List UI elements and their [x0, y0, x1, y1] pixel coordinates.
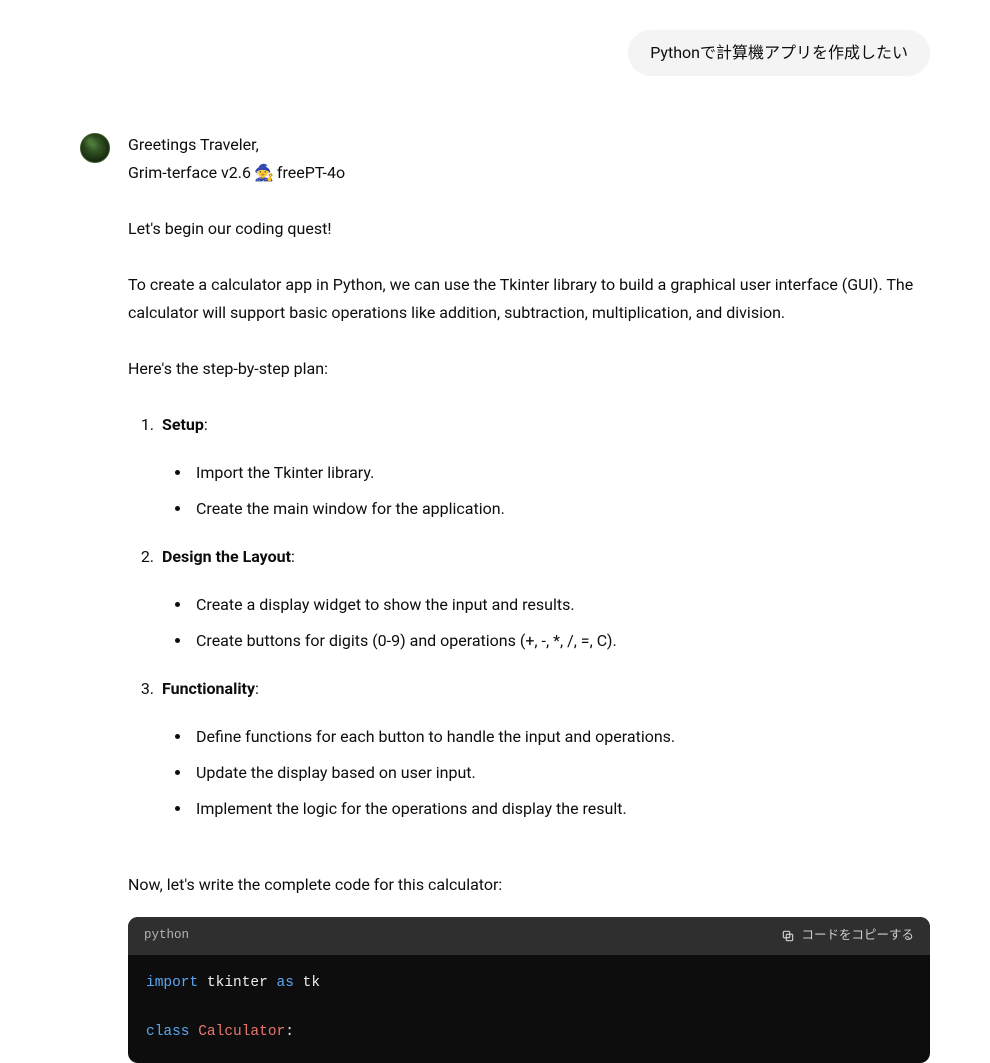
copy-code-label: コードをコピーする — [801, 925, 914, 947]
user-message-text: Pythonで計算機アプリを作成したい — [650, 43, 908, 62]
plan-step-3: Functionality: Define functions for each… — [158, 675, 930, 823]
code-token: tk — [303, 975, 320, 991]
copy-icon — [781, 929, 795, 943]
plan-step-2-items: Create a display widget to show the inpu… — [162, 591, 930, 655]
list-item: Create buttons for digits (0-9) and oper… — [192, 627, 930, 655]
code-token: class — [146, 1024, 190, 1040]
assistant-avatar[interactable] — [80, 133, 110, 163]
plan-step-2-title: Design the Layout — [162, 547, 291, 566]
user-message-bubble[interactable]: Pythonで計算機アプリを作成したい — [628, 30, 930, 76]
plan-step-1: Setup: Import the Tkinter library. Creat… — [158, 411, 930, 523]
list-item: Define functions for each button to hand… — [192, 723, 930, 751]
greeting-prefix: Grim-terface v2.6 — [128, 159, 251, 187]
plan-step-3-items: Define functions for each button to hand… — [162, 723, 930, 823]
list-item: Update the display based on user input. — [192, 759, 930, 787]
plan-step-1-items: Import the Tkinter library. Create the m… — [162, 459, 930, 523]
wizard-icon: 🧙 — [254, 159, 274, 187]
list-item: Import the Tkinter library. — [192, 459, 930, 487]
plan-step-2: Design the Layout: Create a display widg… — [158, 543, 930, 655]
list-item: Create a display widget to show the inpu… — [192, 591, 930, 619]
greeting-suffix: freePT-4o — [277, 159, 345, 187]
intro-paragraph: To create a calculator app in Python, we… — [128, 271, 930, 327]
list-item: Create the main window for the applicati… — [192, 495, 930, 523]
greeting-line-1: Greetings Traveler, — [128, 131, 930, 159]
assistant-message-row: Greetings Traveler, Grim-terface v2.6 🧙 … — [80, 131, 930, 1063]
code-token: as — [277, 975, 294, 991]
code-header: python コードをコピーする — [128, 917, 930, 955]
code-token: import — [146, 975, 198, 991]
plan-step-3-title: Functionality — [162, 679, 255, 698]
code-token: : — [285, 1024, 294, 1040]
plan-step-1-title: Setup — [162, 415, 204, 434]
greeting-line-2: Grim-terface v2.6 🧙 freePT-4o — [128, 159, 930, 187]
code-block: python コードをコピーする import tkinter as tk cl… — [128, 917, 930, 1063]
code-token: tkinter — [207, 975, 268, 991]
quest-line: Let's begin our coding quest! — [128, 215, 930, 243]
code-token: Calculator — [198, 1024, 285, 1040]
plan-intro: Here's the step-by-step plan: — [128, 355, 930, 383]
code-language-label: python — [144, 925, 189, 947]
copy-code-button[interactable]: コードをコピーする — [781, 925, 914, 947]
user-message-row: Pythonで計算機アプリを作成したい — [80, 30, 930, 76]
assistant-content: Greetings Traveler, Grim-terface v2.6 🧙 … — [128, 131, 930, 1063]
code-body[interactable]: import tkinter as tk class Calculator: — [128, 955, 930, 1063]
plan-list: Setup: Import the Tkinter library. Creat… — [128, 411, 930, 823]
list-item: Implement the logic for the operations a… — [192, 795, 930, 823]
code-intro: Now, let's write the complete code for t… — [128, 871, 930, 899]
